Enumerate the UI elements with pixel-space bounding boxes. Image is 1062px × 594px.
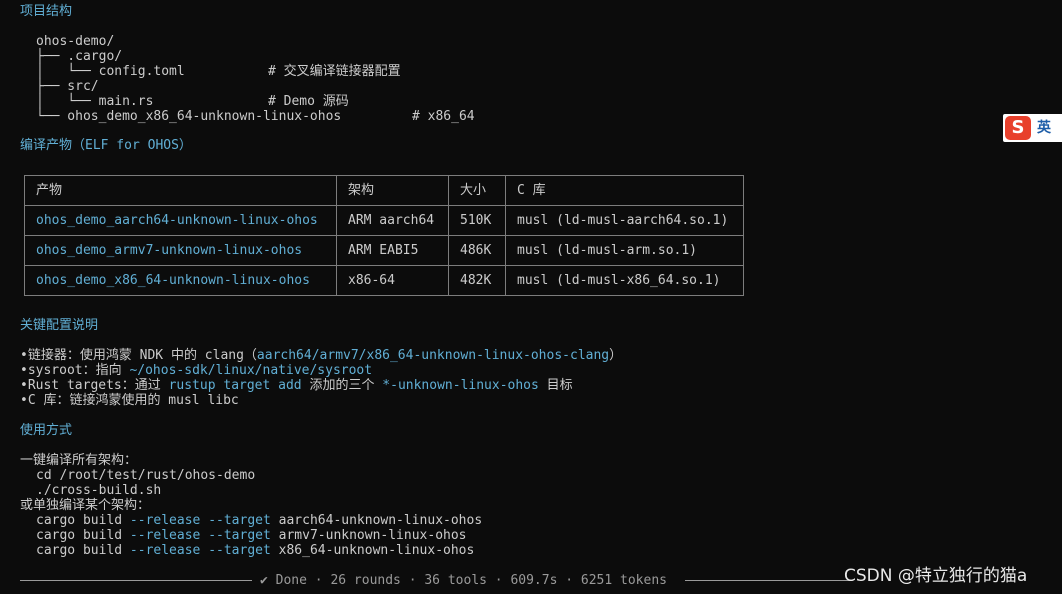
ime-indicator[interactable]: S 英 xyxy=(1003,114,1062,142)
command-target: aarch64-unknown-linux-ohos xyxy=(278,513,483,528)
tree-comment: # 交叉编译链接器配置 xyxy=(268,64,401,79)
command-target: armv7-unknown-linux-ohos xyxy=(278,528,467,543)
config-code: rustup target add xyxy=(168,378,302,393)
config-item: •链接器：使用鸿蒙 NDK 中的 clang（aarch64/armv7/x86… xyxy=(20,348,622,363)
artifact-arch: ARM EABI5 xyxy=(336,235,449,266)
config-label: 链接器：使用鸿蒙 NDK 中的 clang（ xyxy=(27,348,257,363)
bullet: • xyxy=(20,348,28,363)
tree-comment: # Demo 源码 xyxy=(268,94,349,109)
artifact-name: ohos_demo_aarch64-unknown-linux-ohos xyxy=(24,205,337,236)
command-name: cargo build xyxy=(36,543,123,558)
usage-heading: 使用方式 xyxy=(20,423,73,438)
watermark: CSDN @特立独行的猫a xyxy=(844,566,1028,586)
tree-line: ohos-demo/ xyxy=(36,34,115,49)
config-code: *-unknown-linux-ohos xyxy=(382,378,539,393)
command-flag: --release xyxy=(129,513,201,528)
bullet: • xyxy=(20,393,28,408)
sogou-icon: S xyxy=(1005,116,1031,140)
artifact-arch: ARM aarch64 xyxy=(336,205,449,236)
command-name: cargo build xyxy=(36,513,123,528)
usage-all-label: 一键编译所有架构： xyxy=(20,453,138,468)
table-row: ohos_demo_x86_64-unknown-linux-ohos x86-… xyxy=(24,265,744,296)
status-divider-left xyxy=(20,580,252,581)
command-flag: --target xyxy=(208,528,271,543)
config-label: Rust targets：通过 xyxy=(27,378,169,393)
command-target: x86_64-unknown-linux-ohos xyxy=(278,543,475,558)
config-tail: 目标 xyxy=(538,378,573,393)
command-line: ./cross-build.sh xyxy=(36,483,162,498)
config-tail: ） xyxy=(609,348,623,363)
column-header-size: 大小 xyxy=(448,175,506,206)
config-label: sysroot：指向 xyxy=(27,363,130,378)
status-divider-right xyxy=(685,580,850,581)
column-header-libc: C 库 xyxy=(505,175,744,206)
command-line: cargo build --release --target x86_64-un… xyxy=(36,543,474,558)
usage-single-label: 或单独编译某个架构： xyxy=(20,498,151,513)
config-code: aarch64/armv7/x86_64-unknown-linux-ohos-… xyxy=(256,348,610,363)
table-row: ohos_demo_armv7-unknown-linux-ohos ARM E… xyxy=(24,235,744,266)
table-row: ohos_demo_aarch64-unknown-linux-ohos ARM… xyxy=(24,205,744,236)
tree-line: │ └── config.toml xyxy=(36,64,185,79)
command-flag: --release xyxy=(129,528,201,543)
artifact-libc: musl (ld-musl-aarch64.so.1) xyxy=(505,205,744,236)
artifact-size: 482K xyxy=(448,265,506,296)
table-header-row: 产物 架构 大小 C 库 xyxy=(24,175,744,206)
artifacts-table: 产物 架构 大小 C 库 ohos_demo_aarch64-unknown-l… xyxy=(24,175,744,296)
column-header-artifact: 产物 xyxy=(24,175,337,206)
command-line: cd /root/test/rust/ohos-demo xyxy=(36,468,256,483)
artifact-libc: musl (ld-musl-x86_64.so.1) xyxy=(505,265,744,296)
config-code: ~/ohos-sdk/linux/native/sysroot xyxy=(129,363,373,378)
tree-line: ├── src/ xyxy=(36,79,99,94)
artifact-size: 486K xyxy=(448,235,506,266)
column-header-arch: 架构 xyxy=(336,175,449,206)
command-line: cargo build --release --target aarch64-u… xyxy=(36,513,482,528)
command-line: cargo build --release --target armv7-unk… xyxy=(36,528,467,543)
tree-line: └── ohos_demo_x86_64-unknown-linux-ohos xyxy=(36,109,342,124)
tree-line: │ └── main.rs xyxy=(36,94,154,109)
config-item: •Rust targets：通过 rustup target add 添加的三个… xyxy=(20,378,573,393)
artifact-name: ohos_demo_armv7-unknown-linux-ohos xyxy=(24,235,337,266)
config-item: •sysroot：指向 ~/ohos-sdk/linux/native/sysr… xyxy=(20,363,372,378)
artifacts-heading: 编译产物（ELF for OHOS） xyxy=(20,138,192,153)
config-item: •C 库：链接鸿蒙使用的 musl libc xyxy=(20,393,239,408)
command-name: cargo build xyxy=(36,528,123,543)
tree-line: ├── .cargo/ xyxy=(36,49,123,64)
artifact-size: 510K xyxy=(448,205,506,236)
command-flag: --release xyxy=(129,543,201,558)
tree-comment: # x86_64 xyxy=(412,109,475,124)
bullet: • xyxy=(20,378,28,393)
status-summary: ✔ Done · 26 rounds · 36 tools · 609.7s ·… xyxy=(260,573,667,588)
config-mid: 添加的三个 xyxy=(301,378,383,393)
artifact-name: ohos_demo_x86_64-unknown-linux-ohos xyxy=(24,265,337,296)
bullet: • xyxy=(20,363,28,378)
artifact-arch: x86-64 xyxy=(336,265,449,296)
config-heading: 关键配置说明 xyxy=(20,318,99,333)
artifact-libc: musl (ld-musl-arm.so.1) xyxy=(505,235,744,266)
command-flag: --target xyxy=(208,543,271,558)
project-structure-heading: 项目结构 xyxy=(20,4,73,19)
ime-language-label: 英 xyxy=(1037,120,1051,136)
config-label: C 库：链接鸿蒙使用的 musl libc xyxy=(27,393,239,408)
command-flag: --target xyxy=(208,513,271,528)
